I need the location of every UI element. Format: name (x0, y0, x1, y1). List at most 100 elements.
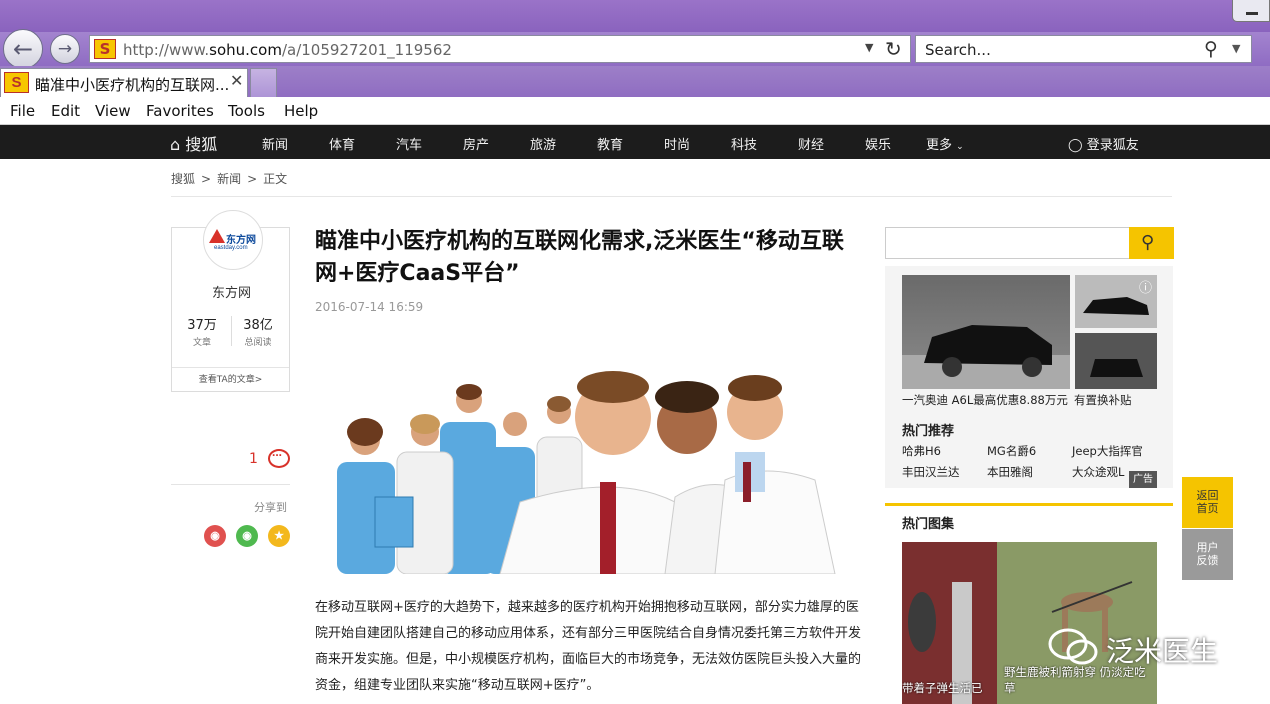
minimize-button[interactable] (1232, 0, 1270, 22)
ad-caption-side[interactable]: 有置换补贴 (1074, 392, 1132, 408)
watermark: 泛米医生 (1046, 626, 1236, 668)
home-link[interactable]: ⌂ 搜狐 (170, 131, 217, 155)
medical-team-image (315, 352, 861, 574)
logo-text: 东方网 (226, 235, 256, 246)
search-input[interactable]: Search... (925, 41, 991, 59)
weibo-share-icon[interactable]: ◉ (204, 525, 226, 547)
user-feedback-button[interactable]: 用户 反馈 (1182, 529, 1233, 580)
breadcrumb-home[interactable]: 搜狐 (171, 172, 195, 186)
section-divider (885, 503, 1173, 506)
tab-active[interactable]: S 瞄准中小医疗机构的互联网... ✕ (0, 68, 248, 97)
car-thumb-2[interactable] (1075, 333, 1157, 389)
author-name[interactable]: 东方网 (172, 282, 291, 301)
browser-search-box[interactable]: Search... ⚲ ▼ (915, 35, 1252, 63)
hot-recommend-title: 热门推荐 (902, 424, 955, 439)
article-body: 在移动互联网+医疗的大趋势下，越来越多的医疗机构开始拥抱移动互联网，部分实力雄厚… (315, 600, 862, 693)
home-icon: ⌂ (170, 135, 181, 154)
reads-stat: 38亿 总阅读 (234, 314, 282, 348)
gallery-caption-1[interactable]: 带着子弹生活已 (902, 680, 983, 696)
comment-count[interactable]: 1 (249, 451, 258, 467)
author-card: 东方网 eastday.com 东方网 37万 文章 38亿 总阅读 查看TA的文章… (171, 210, 291, 392)
feedback-label-2: 反馈 (1196, 554, 1219, 567)
refresh-icon[interactable]: ↻ (885, 37, 902, 61)
tab-title: 瞄准中小医疗机构的互联网... (35, 76, 230, 94)
breadcrumb: 搜狐 > 新闻 > 正文 (171, 170, 293, 187)
nav-news[interactable]: 新闻 (262, 134, 288, 153)
author-avatar[interactable]: 东方网 eastday.com (203, 210, 263, 270)
nav-more[interactable]: 更多 ⌄ (926, 134, 964, 153)
search-dropdown-icon[interactable]: ▼ (1232, 42, 1240, 55)
wechat-share-icon[interactable]: ◉ (236, 525, 258, 547)
address-dropdown-icon[interactable]: ▼ (865, 41, 873, 54)
comment-icon[interactable] (268, 445, 290, 468)
ad-caption-main[interactable]: 一汽奥迪 A6L最高优惠8.88万元 (902, 392, 1068, 408)
hot-item[interactable]: 大众途观L (1072, 464, 1124, 480)
gallery-title: 热门图集 (902, 517, 955, 532)
back-button[interactable]: ← (3, 29, 43, 69)
article-image (315, 352, 861, 574)
info-icon[interactable]: ⓘ (1139, 277, 1152, 296)
articles-stat: 37万 文章 (178, 314, 226, 348)
forward-arrow-icon: → (57, 39, 73, 59)
nav-auto[interactable]: 汽车 (396, 134, 422, 153)
menu-view[interactable]: View (95, 102, 131, 120)
site-nav: ⌂ 搜狐 新闻 体育 汽车 房产 旅游 教育 时尚 科技 财经 娱乐 更多 ⌄ … (0, 125, 1270, 159)
new-tab-button[interactable] (250, 68, 277, 97)
article-date: 2016-07-14 16:59 (315, 300, 424, 314)
menu-bar: File Edit View Favorites Tools Help (0, 97, 1270, 125)
back-to-home-label-2: 首页 (1196, 502, 1219, 515)
gallery-image[interactable]: 带着子弹生活已 野生鹿被利箭射穿 仍淡定吃草 (902, 542, 1157, 704)
divider (171, 196, 1172, 197)
chevron-down-icon: ⌄ (956, 142, 964, 152)
nav-tech[interactable]: 科技 (731, 134, 757, 153)
hot-item[interactable]: 丰田汉兰达 (902, 464, 960, 480)
search-icon[interactable]: ⚲ (1204, 38, 1218, 60)
nav-sports[interactable]: 体育 (329, 134, 355, 153)
article-title: 瞄准中小医疗机构的互联网化需求,泛米医生“移动互联网+医疗CaaS平台” (315, 229, 844, 286)
search-icon: ⚲ (1141, 232, 1155, 253)
close-tab-icon[interactable]: ✕ (230, 71, 243, 90)
view-author-articles-link[interactable]: 查看TA的文章> (172, 367, 289, 391)
car-image (1090, 359, 1143, 377)
nav-more-label: 更多 (926, 138, 953, 153)
hot-item[interactable]: 本田雅阁 (987, 464, 1033, 480)
hot-item[interactable]: MG名爵6 (987, 443, 1036, 459)
window-titlebar (0, 0, 1270, 32)
address-bar[interactable]: S http://www.sohu.com/a/105927201_119562… (89, 35, 911, 63)
breadcrumb-sep: > (201, 172, 212, 186)
nav-education[interactable]: 教育 (597, 134, 623, 153)
qzone-share-icon[interactable]: ★ (268, 525, 290, 547)
forward-button[interactable]: → (50, 34, 80, 64)
nav-fashion[interactable]: 时尚 (664, 134, 690, 153)
url-text[interactable]: http://www.sohu.com/a/105927201_119562 (123, 41, 452, 59)
car-image (902, 325, 1070, 389)
nav-house[interactable]: 房产 (463, 134, 489, 153)
menu-file[interactable]: File (10, 102, 35, 120)
site-search-input[interactable] (885, 227, 1130, 259)
hot-item[interactable]: Jeep大指挥官 (1072, 443, 1143, 459)
stat-divider (231, 316, 232, 346)
breadcrumb-news[interactable]: 新闻 (217, 172, 241, 186)
user-icon: ◯ (1068, 138, 1083, 153)
menu-edit[interactable]: Edit (51, 102, 80, 120)
tab-strip: S 瞄准中小医疗机构的互联网... ✕ (0, 66, 1270, 97)
hot-item[interactable]: 哈弗H6 (902, 443, 941, 459)
nav-travel[interactable]: 旅游 (530, 134, 556, 153)
nav-entertainment[interactable]: 娱乐 (865, 134, 891, 153)
audi-ad-image[interactable] (902, 275, 1070, 389)
sohu-favicon-icon: S (4, 72, 29, 93)
logo-subtext: eastday.com (214, 245, 248, 251)
watermark-text: 泛米医生 (1106, 635, 1219, 668)
nav-finance[interactable]: 财经 (798, 134, 824, 153)
menu-help[interactable]: Help (284, 102, 318, 120)
menu-favorites[interactable]: Favorites (146, 102, 214, 120)
sohu-favicon-icon: S (94, 39, 116, 59)
login-link[interactable]: ◯ 登录狐友 (1068, 134, 1139, 153)
menu-tools[interactable]: Tools (228, 102, 265, 120)
back-to-home-button[interactable]: 返回 首页 (1182, 477, 1233, 528)
site-search-button[interactable]: ⚲ (1129, 227, 1174, 259)
feedback-label-1: 用户 (1196, 541, 1219, 554)
divider (171, 484, 290, 485)
articles-num: 37万 (187, 318, 217, 333)
ad-tag: 广告 (1129, 471, 1157, 488)
